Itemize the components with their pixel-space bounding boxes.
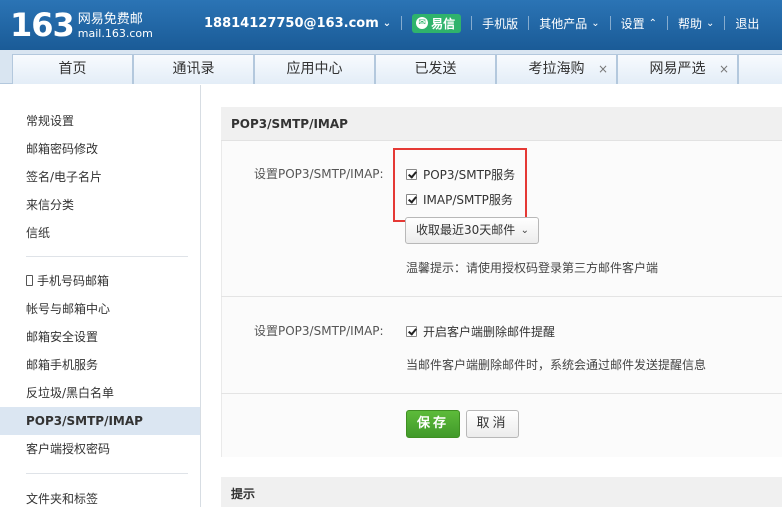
other-products-menu[interactable]: 其他产品 ⌄ [539, 15, 599, 32]
sidebar-item-label: 手机号码邮箱 [37, 274, 110, 288]
help-label: 帮助 [678, 16, 703, 31]
chevron-down-icon: ⌄ [706, 17, 715, 29]
receive-range-select[interactable]: 收取最近30天邮件 ⌄ [405, 217, 539, 244]
phone-icon [26, 275, 33, 286]
row-divider [221, 296, 782, 297]
nav-divider [471, 16, 473, 30]
sidebar-item-antispam[interactable]: 反垃圾/黑白名单 [0, 379, 200, 407]
sidebar-item-phone-service[interactable]: 邮箱手机服务 [0, 351, 200, 379]
sidebar-item-client-auth[interactable]: 客户端授权密码 [0, 435, 200, 463]
row-divider [221, 393, 782, 394]
tips-title: 提示 [221, 477, 782, 507]
tab-label: 首页 [58, 61, 87, 77]
tab-home[interactable]: 首页 [12, 54, 133, 84]
nav-divider [667, 16, 668, 30]
tab-label: 应用中心 [286, 61, 343, 77]
sidebar-item-phone-mailbox[interactable]: 手机号码邮箱 [0, 267, 200, 295]
nav-divider [609, 16, 611, 30]
chevron-down-icon: ⌄ [520, 225, 529, 236]
sidebar-item-stationery[interactable]: 信纸 [0, 219, 200, 247]
settings-menu[interactable]: 设置 ⌃ [621, 15, 657, 32]
nav-divider [401, 16, 403, 30]
sidebar-item-account-center[interactable]: 帐号与邮箱中心 [0, 295, 200, 323]
sidebar-item-signature[interactable]: 签名/电子名片 [0, 163, 200, 191]
row2-label: 设置POP3/SMTP/IMAP: [254, 324, 384, 338]
logo-url-text: mail.163.com [77, 27, 153, 40]
mobile-version-link[interactable]: 手机版 [482, 15, 518, 32]
sidebar-divider [26, 256, 188, 257]
close-icon[interactable]: × [598, 55, 608, 83]
checkbox-checked-icon [406, 326, 417, 337]
checkbox-label: 开启客户端删除邮件提醒 [423, 325, 556, 339]
account-menu[interactable]: 18814127750@163.com ⌄ [204, 16, 391, 31]
tab-app-center[interactable]: 应用中心 [254, 54, 375, 84]
tab-overflow[interactable] [738, 54, 782, 84]
sidebar-item-pop3-smtp-imap[interactable]: POP3/SMTP/IMAP [0, 407, 200, 435]
sidebar-item-mail-filter[interactable]: 来信分类 [0, 191, 200, 219]
account-email: 18814127750@163.com [204, 15, 379, 31]
nav-divider [528, 16, 530, 30]
chevron-up-icon: ⌃ [648, 17, 657, 29]
sidebar-item-password[interactable]: 邮箱密码修改 [0, 135, 200, 163]
other-products-label: 其他产品 [539, 16, 588, 31]
logo[interactable]: 163 网易免费邮 mail.163.com [10, 7, 153, 43]
sidebar-item-security[interactable]: 邮箱安全设置 [0, 323, 200, 351]
chevron-down-icon: ⌄ [382, 17, 392, 29]
logo-number: 163 [10, 6, 75, 44]
warm-tip: 温馨提示：请使用授权码登录第三方邮件客户端 [406, 261, 659, 275]
row1-label: 设置POP3/SMTP/IMAP: [254, 167, 384, 181]
tab-label: 已发送 [414, 61, 457, 77]
section-title: POP3/SMTP/IMAP [221, 107, 782, 141]
top-header: 163 网易免费邮 mail.163.com 18814127750@163.c… [0, 0, 782, 50]
cancel-button[interactable]: 取消 [466, 410, 519, 438]
header-nav: 18814127750@163.com ⌄ ✉ 易信 手机版 其他产品 ⌄ 设置… [204, 13, 759, 33]
sidebar-divider [26, 473, 188, 474]
help-menu[interactable]: 帮助 ⌄ [678, 15, 714, 32]
tab-sent[interactable]: 已发送 [375, 54, 496, 84]
settings-sidebar: 常规设置 邮箱密码修改 签名/电子名片 来信分类 信纸 手机号码邮箱 帐号与邮箱… [0, 85, 201, 507]
tab-label: 网易严选 [649, 61, 706, 77]
yixin-label: 易信 [431, 16, 456, 31]
close-icon[interactable]: × [719, 55, 729, 83]
logout-link[interactable]: 退出 [735, 15, 759, 32]
yixin-button[interactable]: ✉ 易信 [412, 13, 462, 33]
nav-divider [724, 16, 726, 30]
select-value: 收取最近30天邮件 [416, 223, 516, 237]
sidebar-item-general[interactable]: 常规设置 [0, 107, 200, 135]
delete-notify-checkbox[interactable]: 开启客户端删除邮件提醒 [406, 323, 555, 340]
tab-contacts[interactable]: 通讯录 [133, 54, 254, 84]
logo-cn-text: 网易免费邮 [77, 12, 143, 27]
tab-label: 考拉海购 [528, 61, 585, 77]
chevron-down-icon: ⌄ [591, 17, 600, 29]
tab-kaola[interactable]: 考拉海购 × [496, 54, 617, 84]
tab-bar: 首页 通讯录 应用中心 已发送 考拉海购 × 网易严选 × [0, 50, 782, 84]
tab-label: 通讯录 [172, 61, 215, 77]
settings-label: 设置 [620, 16, 645, 31]
delete-notify-desc: 当邮件客户端删除邮件时，系统会通过邮件发送提醒信息 [406, 358, 707, 372]
sidebar-item-folders-tags[interactable]: 文件夹和标签 [0, 485, 200, 507]
tab-yanxuan[interactable]: 网易严选 × [617, 54, 738, 84]
yixin-icon: ✉ [416, 17, 429, 29]
save-button[interactable]: 保存 [406, 410, 460, 438]
highlight-box [393, 148, 527, 222]
